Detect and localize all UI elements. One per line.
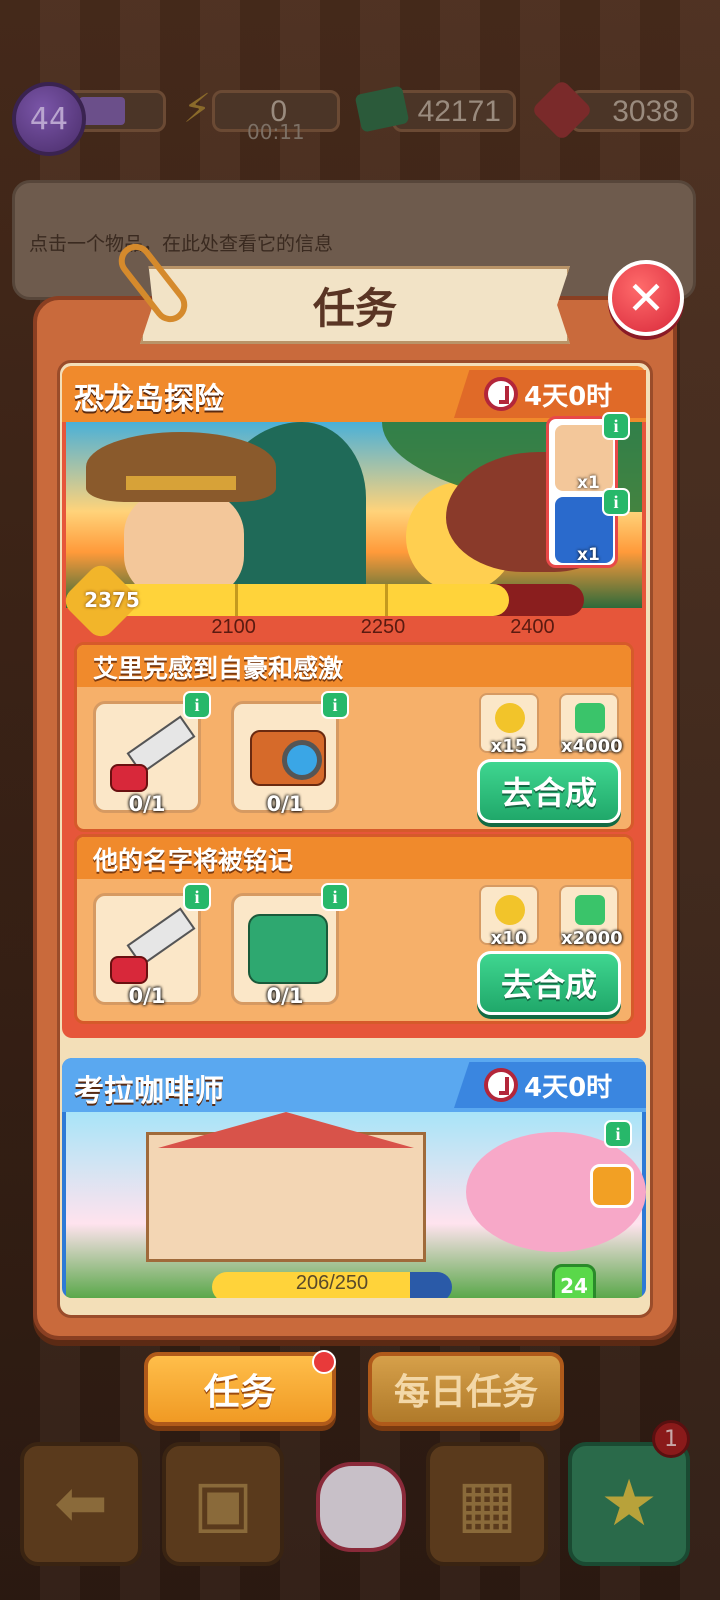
coin-icon xyxy=(495,895,525,925)
back-button[interactable]: ⬅ xyxy=(20,1442,142,1566)
close-button[interactable]: ✕ xyxy=(608,260,684,336)
cash-counter[interactable]: 42171 xyxy=(392,90,516,132)
saw-icon xyxy=(110,907,196,986)
notification-dot xyxy=(312,1350,336,1374)
task-card: 他的名字将被铭记 0/1 0/1 i i x10 x2000 去合成 xyxy=(74,834,634,1024)
reward-amount: x10 xyxy=(490,928,528,949)
clock-icon xyxy=(484,377,518,411)
reward-coin: x15 xyxy=(479,693,539,757)
cash-value: 42171 xyxy=(417,95,501,128)
reward-qty: x1 xyxy=(577,473,600,493)
reward-amount: x4000 xyxy=(561,736,623,757)
hat-band xyxy=(126,476,236,490)
item-info-text: 点击一个物品，在此处查看它的信息 xyxy=(29,233,334,255)
quest-score: 2375 xyxy=(84,588,140,612)
modal-title-ribbon: 任务 xyxy=(140,266,570,344)
quest-header: 恐龙岛探险 4天0时 xyxy=(62,366,646,422)
reward-cash: x4000 xyxy=(559,693,623,757)
star-icon: ★ xyxy=(600,1467,658,1541)
notification-badge: 1 xyxy=(652,1420,690,1458)
milestone-label: 2250 xyxy=(360,616,406,638)
clock-icon xyxy=(484,1068,518,1102)
item-count: 0/1 xyxy=(128,984,166,1008)
reward-qty: x1 xyxy=(577,545,600,565)
level-badge[interactable]: 44 xyxy=(12,82,86,156)
shop-button[interactable]: ▦ xyxy=(426,1442,548,1566)
info-icon[interactable]: i xyxy=(602,488,630,516)
coin-icon xyxy=(495,703,525,733)
quest-progress-text: 206/250 xyxy=(295,1272,369,1294)
energy-timer: 00:11 xyxy=(247,120,305,144)
tab-daily-quests[interactable]: 每日任务 xyxy=(368,1352,564,1426)
item-count: 0/1 xyxy=(128,792,166,816)
milestone-label: 2400 xyxy=(510,616,555,638)
backpack-button[interactable]: ▣ xyxy=(162,1442,284,1566)
info-icon[interactable]: i xyxy=(183,883,211,911)
milestone-label: 2100 xyxy=(211,616,256,638)
quest-timer-text: 4天0时 xyxy=(524,381,613,412)
reward-amount: x2000 xyxy=(561,928,623,949)
quest-title: 恐龙岛探险 xyxy=(74,382,224,417)
milestone-tick xyxy=(384,584,388,616)
task-title: 他的名字将被铭记 xyxy=(93,846,294,875)
quest-level-badge: 24 xyxy=(552,1264,596,1298)
quest-card-dino-island: 恐龙岛探险 4天0时 x1 x1 i i 2375 2100 2250 2400 xyxy=(59,366,646,1038)
star-button[interactable]: ★ xyxy=(568,1442,690,1566)
explorer-hat xyxy=(86,432,276,502)
quest-timer: 4天0时 xyxy=(454,370,646,418)
close-icon: ✕ xyxy=(626,271,666,325)
resource-bar: 44 0 ⚡ 00:11 42171 3038 xyxy=(0,78,720,156)
task-card: 艾里克感到自豪和感激 0/1 0/1 i i x15 x4000 去合成 xyxy=(74,642,634,832)
item-count: 0/1 xyxy=(266,984,304,1008)
task-title: 艾里克感到自豪和感激 xyxy=(93,654,344,683)
info-icon[interactable]: i xyxy=(321,883,349,911)
go-merge-button[interactable]: 去合成 xyxy=(477,759,621,823)
trophy-icon[interactable] xyxy=(590,1164,634,1208)
info-icon[interactable]: i xyxy=(321,691,349,719)
saw-icon xyxy=(110,715,196,794)
required-item-slot[interactable]: 0/1 xyxy=(93,701,201,816)
basket-icon: ▦ xyxy=(456,1467,518,1541)
arrow-left-icon: ⬅ xyxy=(54,1467,108,1541)
quest-timer: 4天0时 xyxy=(454,1062,646,1108)
required-item-slot[interactable]: 0/1 xyxy=(231,893,339,1008)
item-count: 0/1 xyxy=(266,792,304,816)
milestone-tick xyxy=(235,584,239,616)
camera-icon xyxy=(250,730,326,786)
mansion-illustration xyxy=(146,1132,426,1262)
quest-title: 考拉咖啡师 xyxy=(74,1074,224,1109)
glove-icon[interactable] xyxy=(316,1462,406,1552)
reward-cash: x2000 xyxy=(559,885,623,949)
toolbox-icon xyxy=(248,914,328,984)
info-icon[interactable]: i xyxy=(183,691,211,719)
reward-coin: x10 xyxy=(479,885,539,949)
reward-amount: x15 xyxy=(490,736,528,757)
required-item-slot[interactable]: 0/1 xyxy=(231,701,339,816)
info-icon[interactable]: i xyxy=(602,412,630,440)
quest-progress-bar xyxy=(86,584,584,616)
gem-value: 3038 xyxy=(612,95,679,128)
quest-card-koala-barista: 考拉咖啡师 4天0时 i 206/250 24 xyxy=(62,1058,646,1298)
backpack-icon: ▣ xyxy=(192,1467,254,1541)
go-merge-button[interactable]: 去合成 xyxy=(477,951,621,1015)
cash-icon xyxy=(575,895,605,925)
required-item-slot[interactable]: 0/1 xyxy=(93,893,201,1008)
cash-icon xyxy=(575,703,605,733)
lightning-icon: ⚡ xyxy=(183,86,212,132)
quest-timer-text: 4天0时 xyxy=(524,1072,613,1103)
info-icon[interactable]: i xyxy=(604,1120,632,1148)
quest-header: 考拉咖啡师 4天0时 xyxy=(62,1058,646,1112)
modal-title: 任务 xyxy=(312,283,397,333)
tab-quests[interactable]: 任务 xyxy=(144,1352,336,1426)
